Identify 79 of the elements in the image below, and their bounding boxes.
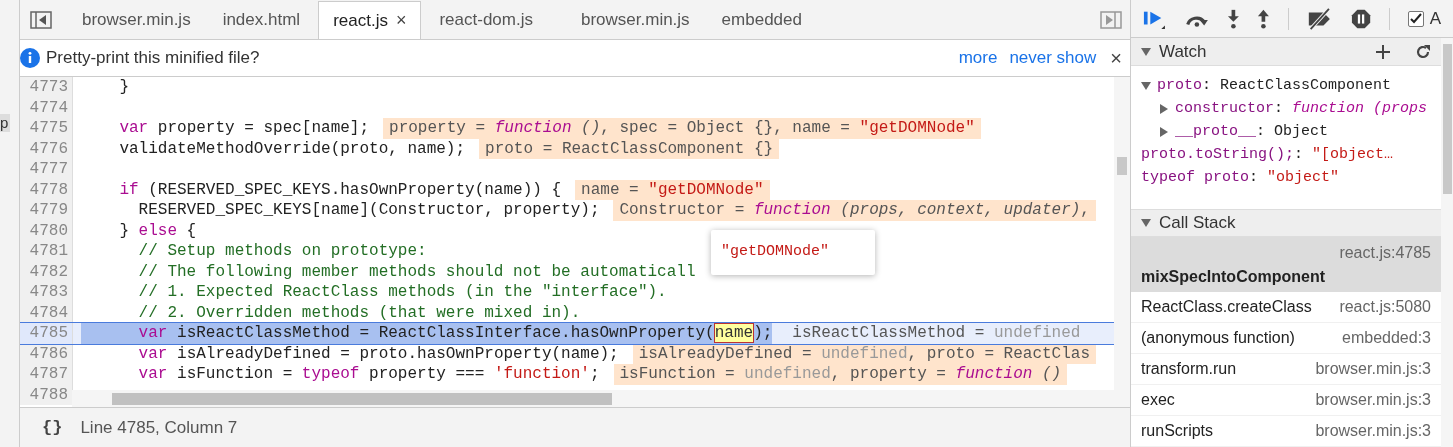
line-number: 4788 xyxy=(20,384,72,405)
pause-exceptions-icon[interactable] xyxy=(1350,7,1371,30)
caret-icon[interactable] xyxy=(1159,126,1169,137)
line-number: 4779 xyxy=(20,200,72,221)
async-label: A xyxy=(1429,7,1441,30)
call-frame[interactable]: react.js:4785 mixSpecIntoComponent xyxy=(1131,237,1441,292)
line-number: 4774 xyxy=(20,97,72,118)
editor-tab[interactable]: react-dom.js xyxy=(425,1,547,39)
info-message: Pretty-print this minified file? xyxy=(46,47,260,70)
panel-fragment: p xyxy=(0,114,10,132)
line-number: 4785 xyxy=(20,323,72,344)
editor-tab[interactable]: react.js × xyxy=(318,1,422,39)
code-line: var isFunction = typeof property === 'function'; xyxy=(137,364,600,385)
debugger-toggle-icon[interactable] xyxy=(1100,11,1122,29)
call-frame[interactable]: transform.run browser.min.js:3 xyxy=(1131,354,1441,385)
caret-icon[interactable] xyxy=(1141,80,1151,91)
call-frame[interactable]: ReactClass.createClass react.js:5080 xyxy=(1131,292,1441,323)
close-icon[interactable]: × xyxy=(395,7,407,34)
code-line: // The following member methods should not be automaticall xyxy=(137,261,696,282)
vertical-scrollbar[interactable] xyxy=(1114,77,1130,407)
editor-tab[interactable]: embedded xyxy=(707,1,816,39)
code-line: var isAlreadyDefined = proto.hasOwnProperty(name); xyxy=(137,343,619,364)
async-checkbox[interactable] xyxy=(1407,10,1424,27)
call-frame[interactable]: runScripts browser.min.js:3 xyxy=(1131,416,1441,447)
editor-tab[interactable]: browser.min.js xyxy=(68,1,205,39)
call-stack-header[interactable]: Call Stack xyxy=(1131,209,1441,237)
inline-value: proto = ReactClassComponent {} xyxy=(479,138,780,159)
step-into-icon[interactable] xyxy=(1226,7,1240,30)
code-line: validateMethodOverride(proto, name); xyxy=(118,138,466,159)
inline-value: isFunction = undefined, property = function () xyxy=(613,364,1068,385)
line-number: 4776 xyxy=(20,138,72,159)
inline-value: isAlreadyDefined = undefined, proto = ReactClas xyxy=(632,343,1096,364)
value-popover: "getDOMNode" xyxy=(711,230,875,275)
cursor-position: Line 4785, Column 7 xyxy=(80,416,238,439)
line-number: 4777 xyxy=(20,159,72,180)
line-number: 4781 xyxy=(20,241,72,262)
code-line: if (RESERVED_SPEC_KEYS.hasOwnProperty(name)) { xyxy=(118,179,562,200)
horizontal-scrollbar[interactable] xyxy=(72,390,1114,407)
step-out-icon[interactable] xyxy=(1257,7,1271,30)
code-line: // 1. Expected ReactClass methods (in the "interface"). xyxy=(137,282,667,303)
call-frame[interactable]: exec browser.min.js:3 xyxy=(1131,385,1441,416)
line-number: 4780 xyxy=(20,220,72,241)
caret-icon[interactable] xyxy=(1141,46,1151,57)
watch-entry[interactable]: proto.toString();: "[object… xyxy=(1141,143,1394,166)
watch-entry[interactable]: __proto__: Object xyxy=(1175,120,1329,143)
call-frame[interactable]: (anonymous function) embedded:3 xyxy=(1131,323,1441,354)
line-number: 4783 xyxy=(20,282,72,303)
code-line: RESERVED_SPEC_KEYS[name](Constructor, property); xyxy=(137,200,600,221)
code-line: } else { xyxy=(118,220,197,241)
watch-entry[interactable]: typeof proto: "object" xyxy=(1141,166,1340,189)
watch-header[interactable]: Watch xyxy=(1131,38,1441,66)
code-line: // 2. Overridden methods (that were mixed in). xyxy=(137,302,581,323)
editor-tab[interactable]: browser.min.js xyxy=(566,1,704,39)
line-number: 4775 xyxy=(20,118,72,139)
caret-icon[interactable] xyxy=(1159,103,1169,114)
info-link[interactable]: more xyxy=(958,45,998,71)
inline-value: name = "getDOMNode" xyxy=(575,179,770,200)
line-number: 4787 xyxy=(20,364,72,385)
code-line: } xyxy=(118,77,129,98)
add-icon[interactable] xyxy=(1375,43,1391,60)
watch-entry[interactable]: constructor: function (props xyxy=(1175,97,1428,120)
editor-tab[interactable]: index.html xyxy=(208,1,315,39)
line-number: 4778 xyxy=(20,179,72,200)
pretty-print-button[interactable]: {} xyxy=(42,414,63,441)
sidebar-scrollbar[interactable] xyxy=(1441,38,1453,447)
line-number: 4773 xyxy=(20,77,72,98)
deactivate-breakpoints-icon[interactable] xyxy=(1307,7,1333,30)
caret-icon[interactable] xyxy=(1141,218,1151,228)
watch-entry[interactable]: proto: ReactClassComponent xyxy=(1157,74,1392,97)
inline-value: Constructor = function (props, context, updater), xyxy=(613,200,1096,221)
refresh-icon[interactable] xyxy=(1415,43,1431,60)
info-link[interactable]: never show xyxy=(1009,45,1097,71)
code-line: // Setup methods on prototype: xyxy=(137,241,427,262)
line-number: 4786 xyxy=(20,343,72,364)
inline-value: property = function (), spec = Object {}, name = "getDOMNode" xyxy=(383,118,981,139)
code-line: var property = spec[name]; xyxy=(118,118,370,139)
sidebar-toggle-icon[interactable] xyxy=(30,11,52,29)
close-icon[interactable]: × xyxy=(1110,43,1122,73)
line-number: 4782 xyxy=(20,261,72,282)
